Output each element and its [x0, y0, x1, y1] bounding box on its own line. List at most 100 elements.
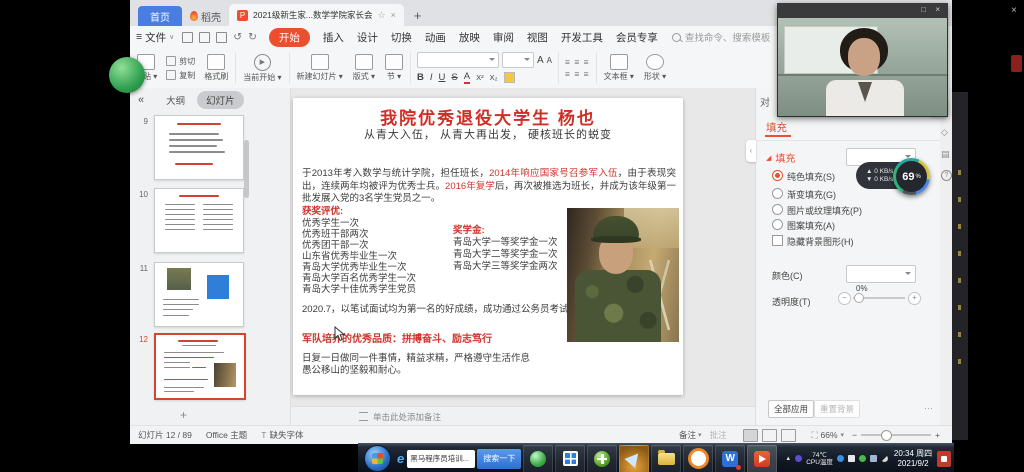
ribbon-tab-review[interactable]: 审阅	[493, 30, 514, 45]
taskbar-clock[interactable]: 20:34 周四 2021/9/2	[894, 449, 932, 468]
redo-icon[interactable]: ↻	[248, 31, 257, 43]
apply-all-button[interactable]: 全部应用	[768, 400, 814, 418]
radio-picture-fill[interactable]	[772, 204, 783, 215]
transparency-minus-button[interactable]: −	[838, 292, 851, 305]
radio-gradient-fill[interactable]	[772, 188, 783, 199]
taskbar-app-wpp-active[interactable]	[747, 445, 777, 472]
fill-tab[interactable]: 填充	[766, 120, 787, 135]
taskbar-search-button[interactable]: 搜索一下	[477, 449, 521, 469]
tab-slides[interactable]: 幻灯片	[197, 91, 244, 109]
zoom-out-button[interactable]: −	[852, 430, 857, 440]
close-icon[interactable]: ×	[935, 5, 940, 14]
notes-toggle-button[interactable]: 备注	[679, 429, 696, 441]
taskbar-app-antivirus[interactable]	[587, 445, 617, 472]
star-icon[interactable]: ☆	[378, 10, 386, 21]
color-combo[interactable]	[846, 265, 916, 283]
textbox-button[interactable]: 文本框 ▾	[599, 48, 639, 88]
print-icon[interactable]	[199, 32, 210, 43]
tab-home[interactable]: 首页	[138, 6, 182, 26]
hide-background-checkbox[interactable]	[772, 235, 783, 246]
slide-canvas[interactable]: 我院优秀退役大学生 杨也 从青大入伍， 从青大再出发， 硬核班长的蜕变 于201…	[293, 98, 683, 395]
taskbar-search-field[interactable]: 黑马程序员培训...	[407, 450, 475, 468]
network-icon[interactable]	[881, 455, 888, 462]
taskbar-app-explorer[interactable]	[651, 445, 681, 472]
align-buttons-row[interactable]: ≡ ≡ ≡	[565, 69, 590, 79]
zoom-percentage[interactable]: 66%	[821, 430, 838, 440]
list-buttons-row[interactable]: ≡ ≡ ≡	[565, 57, 590, 67]
add-slide-button[interactable]: +	[180, 408, 187, 422]
layout-button[interactable]: 版式 ▾	[348, 48, 380, 88]
help-icon[interactable]: ?	[941, 170, 952, 181]
tab-document[interactable]: P 2021级新生家...数学学院家长会 ☆ ×	[229, 4, 404, 26]
new-tab-button[interactable]: +	[414, 8, 422, 23]
missing-font-label[interactable]: 缺失字体	[269, 429, 303, 441]
soldier-photo[interactable]	[567, 208, 679, 342]
taskbar-app-meeting-active[interactable]	[619, 445, 649, 472]
decrease-font-icon[interactable]: A	[547, 56, 552, 65]
taskbar-app-recorder[interactable]	[683, 445, 713, 472]
normal-view-button[interactable]	[743, 429, 758, 442]
zoom-slider[interactable]	[861, 434, 931, 436]
slide-thumbnail-11[interactable]	[154, 262, 244, 327]
video-call-window[interactable]: □ ×	[777, 3, 948, 117]
copy-button[interactable]: 复制	[166, 70, 195, 81]
ribbon-tab-design[interactable]: 设计	[357, 30, 378, 45]
collapse-sidebar-button[interactable]: «	[138, 94, 144, 106]
ribbon-tab-view[interactable]: 视图	[527, 30, 548, 45]
font-color-button[interactable]: A	[464, 71, 470, 84]
radio-solid-fill[interactable]	[772, 170, 783, 181]
play-from-current-button[interactable]: ▶ 当前开始 ▾	[238, 48, 286, 88]
bold-button[interactable]: B	[417, 72, 424, 83]
clipboard-panel-icon[interactable]: ▤	[941, 149, 950, 160]
section-button[interactable]: 节 ▾	[380, 48, 408, 88]
taskbar-app-media[interactable]	[555, 445, 585, 472]
maximize-icon[interactable]: □	[921, 5, 926, 14]
strikethrough-button[interactable]: S	[451, 72, 457, 83]
more-options-icon[interactable]: ···	[924, 403, 933, 413]
panel-collapse-handle[interactable]: ‹	[746, 140, 756, 162]
start-button[interactable]	[364, 445, 391, 472]
slide-thumbnail-10[interactable]	[154, 188, 244, 253]
new-slide-button[interactable]: 新建幻灯片 ▾	[292, 48, 348, 88]
tray-expand-icon[interactable]: ▲	[785, 456, 791, 462]
cut-button[interactable]: 剪切	[166, 56, 195, 67]
ribbon-tab-insert[interactable]: 插入	[323, 30, 344, 45]
edge-close-icon[interactable]: ×	[1011, 5, 1017, 16]
fill-section-header[interactable]: ◢ 填充	[766, 150, 795, 165]
increase-font-icon[interactable]: A	[537, 55, 544, 66]
tab-outline[interactable]: 大纲	[166, 93, 185, 107]
tray-icon-green[interactable]	[859, 455, 866, 462]
fit-slide-icon[interactable]: ⛶	[812, 430, 818, 441]
transparency-plus-button[interactable]: +	[908, 292, 921, 305]
format-painter-button[interactable]: 格式刷	[199, 48, 233, 88]
ribbon-tab-home[interactable]: 开始	[269, 28, 310, 47]
superscript-button[interactable]: X²	[476, 73, 484, 82]
volume-icon[interactable]	[870, 455, 877, 462]
undo-icon[interactable]: ↺	[233, 31, 242, 43]
ribbon-search[interactable]: 查找命令、搜索模板	[672, 30, 771, 44]
ribbon-tab-slideshow[interactable]: 放映	[459, 30, 480, 45]
performance-badge[interactable]: 69%	[893, 158, 930, 195]
radio-pattern-fill[interactable]	[772, 219, 783, 230]
sorter-view-button[interactable]	[762, 429, 777, 442]
sidebar-scrollbar[interactable]	[244, 140, 249, 198]
assistant-bubble[interactable]	[109, 57, 145, 93]
taskbar-app-browser[interactable]	[523, 445, 553, 472]
shapes-button[interactable]: 形状 ▾	[639, 48, 671, 88]
ribbon-tab-animation[interactable]: 动画	[425, 30, 446, 45]
zoom-in-button[interactable]: +	[935, 430, 940, 440]
subscript-button[interactable]: X₂	[490, 73, 498, 82]
transparency-knob[interactable]	[854, 293, 864, 303]
save-icon[interactable]	[182, 32, 193, 43]
ribbon-tab-member[interactable]: 会员专享	[616, 30, 658, 45]
reading-view-button[interactable]	[781, 429, 796, 442]
ribbon-tab-devtools[interactable]: 开发工具	[561, 30, 603, 45]
notes-bar[interactable]: 单击此处添加备注	[291, 406, 755, 426]
slide-thumbnail-12-selected[interactable]	[154, 333, 246, 400]
input-method-icon[interactable]	[795, 455, 802, 462]
tray-icon-blue[interactable]	[837, 455, 844, 462]
video-title-bar[interactable]: □ ×	[777, 3, 948, 18]
preview-icon[interactable]	[216, 32, 227, 43]
beautify-icon[interactable]: ◇	[941, 127, 948, 138]
tab-docer[interactable]: 稻壳	[182, 6, 229, 26]
